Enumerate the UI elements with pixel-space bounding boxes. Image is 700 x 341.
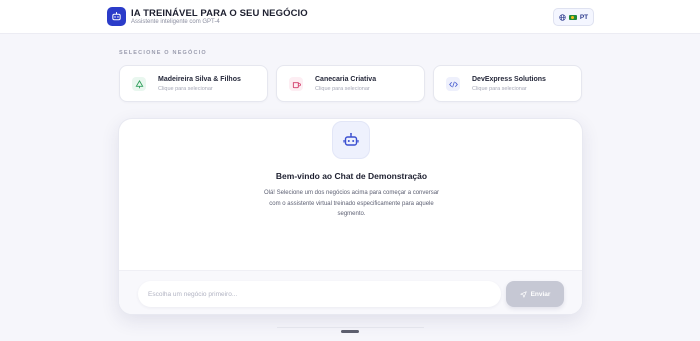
business-name: DevExpress Solutions (472, 76, 546, 83)
business-hint: Clique para selecionar (315, 86, 370, 92)
language-button[interactable]: PT (553, 8, 594, 26)
robot-icon (332, 121, 370, 159)
welcome-title: Bem-vindo ao Chat de Demonstração (275, 171, 428, 181)
robot-icon (107, 7, 126, 26)
mug-icon (289, 77, 303, 91)
chat-panel: Bem-vindo ao Chat de Demonstração Olá! S… (118, 118, 583, 315)
business-name: Canecaria Criativa (315, 76, 377, 83)
business-card-canecaria[interactable]: Canecaria Criativa Clique para seleciona… (276, 65, 425, 102)
welcome-text: Olá! Selecione um dos negócios acima par… (263, 190, 440, 217)
divider (277, 327, 424, 328)
code-icon (446, 77, 460, 91)
business-hint: Clique para selecionar (472, 86, 527, 92)
app-title: IA TREINÁVEL PARA O SEU NEGÓCIO (131, 8, 308, 19)
home-indicator (341, 330, 359, 333)
business-card-devexpress[interactable]: DevExpress Solutions Clique para selecio… (433, 65, 582, 102)
business-name: Madeireira Silva & Filhos (158, 76, 241, 83)
globe-icon (559, 13, 566, 21)
language-label: PT (579, 13, 589, 21)
send-icon (519, 290, 527, 298)
message-input[interactable] (138, 281, 501, 307)
send-label: Enviar (530, 290, 551, 298)
brazil-flag-icon (568, 14, 577, 20)
business-card-madeireira[interactable]: Madeireira Silva & Filhos Clique para se… (119, 65, 268, 102)
chat-input-bar: Enviar (119, 270, 582, 314)
app-subtitle: Assistente inteligente com GPT-4 (131, 19, 220, 25)
business-hint: Clique para selecionar (158, 86, 213, 92)
section-label: SELECIONE O NEGÓCIO (119, 50, 207, 56)
tree-icon (132, 77, 146, 91)
send-button[interactable]: Enviar (506, 281, 564, 307)
app-header: IA TREINÁVEL PARA O SEU NEGÓCIO Assisten… (0, 0, 700, 34)
